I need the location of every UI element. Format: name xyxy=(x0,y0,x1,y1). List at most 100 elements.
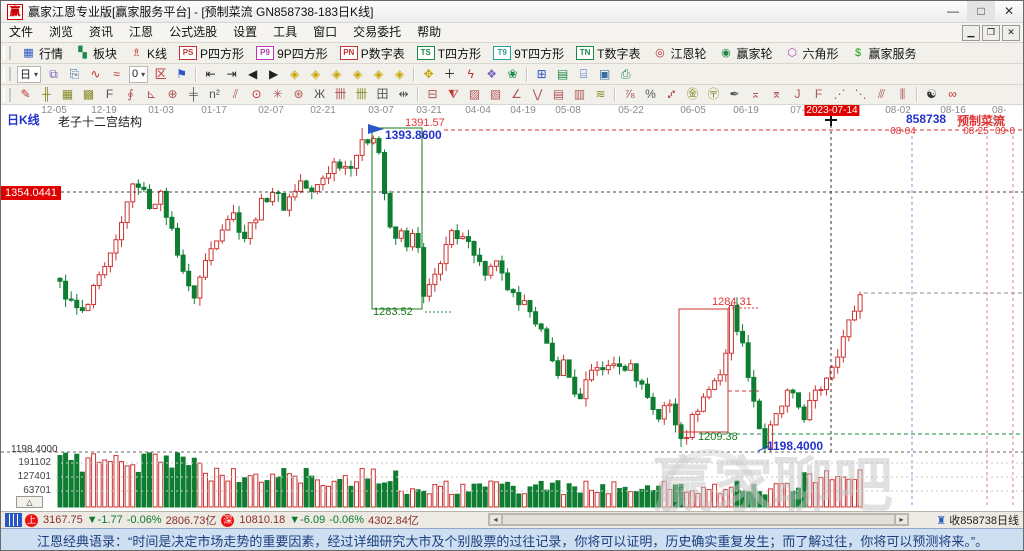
flag-icon[interactable]: ⚑ xyxy=(172,66,191,83)
infinity-icon[interactable]: ∞ xyxy=(943,86,962,103)
gann-angle-4-icon[interactable]: ◈ xyxy=(348,66,367,83)
time-grid-icon[interactable]: ▩ xyxy=(79,86,98,103)
minimize-button[interactable]: — xyxy=(939,1,967,21)
mdi-minimize-button[interactable]: ▁ xyxy=(962,25,980,41)
fork-icon[interactable]: Ж xyxy=(310,86,329,103)
zigzag-icon[interactable]: ϟ xyxy=(461,66,480,83)
adjust-dropdown[interactable]: 0▾ xyxy=(129,66,148,83)
menu-item-8[interactable]: 交易委托 xyxy=(345,23,409,42)
menu-item-9[interactable]: 帮助 xyxy=(409,23,449,42)
kline-chart[interactable]: 12-0512-1901-0301-1702-0702-2103-0703-21… xyxy=(1,105,1024,511)
matrix-icon[interactable]: 田 xyxy=(373,86,392,103)
f-line-icon[interactable]: F xyxy=(809,86,828,103)
winner-service-button[interactable]: $赢家服务 xyxy=(846,43,922,64)
shade-grid-icon[interactable]: ▨ xyxy=(465,86,484,103)
sz-index-value[interactable]: 10810.18 xyxy=(239,514,285,526)
fence-icon[interactable]: 卌 xyxy=(331,86,350,103)
gann-circle-icon[interactable]: ⊙ xyxy=(247,86,266,103)
percent-icon[interactable]: % xyxy=(641,86,660,103)
time-cycle-icon[interactable]: ⊕ xyxy=(163,86,182,103)
angle-line-icon[interactable]: ∠ xyxy=(507,86,526,103)
horizontal-scrollbar[interactable]: ◂ ▸ xyxy=(488,513,909,526)
p9-square-button[interactable]: P99P四方形 xyxy=(251,43,333,64)
gold-circle-icon[interactable]: ㊎ xyxy=(683,86,702,103)
prev-icon[interactable]: ◀ xyxy=(243,66,262,83)
calculator-icon[interactable]: ▤ xyxy=(553,66,572,83)
period-dropdown[interactable]: 日▾ xyxy=(17,66,41,83)
maximize-button[interactable]: □ xyxy=(967,1,995,21)
menu-item-5[interactable]: 设置 xyxy=(225,23,265,42)
gann-angle-5-icon[interactable]: ◈ xyxy=(369,66,388,83)
calendar-icon[interactable]: ⊞ xyxy=(532,66,551,83)
angle-ruler-icon[interactable]: ⊾ xyxy=(142,86,161,103)
pct78-icon[interactable]: ⅞ xyxy=(620,86,639,103)
fall-line-icon[interactable]: ⋱ xyxy=(851,86,870,103)
fan-lines-icon[interactable]: ⧨ xyxy=(444,86,463,103)
j-line-icon[interactable]: J xyxy=(788,86,807,103)
p-square-button[interactable]: PSP四方形 xyxy=(174,43,249,64)
time-ruler-icon[interactable]: ╪ xyxy=(184,86,203,103)
pen-icon[interactable]: ✎ xyxy=(16,86,35,103)
scrollbar-thumb[interactable] xyxy=(502,514,895,525)
face-icon[interactable]: ❀ xyxy=(503,66,522,83)
gann-wheel-button[interactable]: ◎江恩轮 xyxy=(647,43,711,64)
menu-item-6[interactable]: 工具 xyxy=(265,23,305,42)
monitor-icon[interactable]: ⌸ xyxy=(574,66,593,83)
close-button[interactable]: ✕ xyxy=(995,1,1023,21)
candlestick-canvas[interactable] xyxy=(1,105,1024,511)
first-page-icon[interactable]: ⇤ xyxy=(201,66,220,83)
mdi-restore-button[interactable]: ❐ xyxy=(982,25,1000,41)
winner-wheel-button[interactable]: ◉赢家轮 xyxy=(713,43,777,64)
vhatch-icon[interactable]: ▥ xyxy=(570,86,589,103)
arrows-icon[interactable]: ⇹ xyxy=(394,86,413,103)
f-tool-icon[interactable]: F xyxy=(100,86,119,103)
gann-angle-2-icon[interactable]: ◈ xyxy=(306,66,325,83)
clipboard-icon[interactable]: ⎘ xyxy=(65,66,84,83)
t9-square-button[interactable]: T99T四方形 xyxy=(488,43,569,64)
t-number-button[interactable]: TNT数字表 xyxy=(571,43,645,64)
toolbar-grip[interactable] xyxy=(3,46,11,60)
menu-item-3[interactable]: 江恩 xyxy=(121,23,161,42)
crosshair-icon[interactable]: ＋ xyxy=(440,66,459,83)
vee-line-icon[interactable]: ⋁ xyxy=(528,86,547,103)
hexagon-button[interactable]: ⬡六角形 xyxy=(780,43,844,64)
shade-grid2-icon[interactable]: ▧ xyxy=(486,86,505,103)
menu-item-2[interactable]: 资讯 xyxy=(81,23,121,42)
menu-item-1[interactable]: 浏览 xyxy=(41,23,81,42)
gann-line-icon[interactable]: ⫼ xyxy=(893,86,912,103)
spider-web-icon[interactable]: ⊛ xyxy=(289,86,308,103)
web-icon[interactable]: ❖ xyxy=(482,66,501,83)
mdi-close-button[interactable]: ✕ xyxy=(1002,25,1020,41)
bottom-line-icon[interactable]: ⌆ xyxy=(767,86,786,103)
waves-icon[interactable]: ≋ xyxy=(591,86,610,103)
p-number-button[interactable]: PNP数字表 xyxy=(335,43,410,64)
hand-tool-icon[interactable]: ✥ xyxy=(419,66,438,83)
toolbar-grip[interactable] xyxy=(3,88,11,102)
price-grid-icon[interactable]: ▦ xyxy=(58,86,77,103)
printer-icon[interactable]: ⎙ xyxy=(616,66,635,83)
quotes-button[interactable]: ▦行情 xyxy=(16,43,68,64)
scroll-left-arrow[interactable]: ◂ xyxy=(489,514,502,525)
gold-line-icon[interactable]: 〶 xyxy=(704,86,723,103)
menu-item-4[interactable]: 公式选股 xyxy=(161,23,225,42)
kline-button[interactable]: ♗K线 xyxy=(124,43,172,64)
fence2-icon[interactable]: 卌 xyxy=(352,86,371,103)
last-page-icon[interactable]: ⇥ xyxy=(222,66,241,83)
sh-index-value[interactable]: 3167.75 xyxy=(43,514,83,526)
next-icon[interactable]: ▶ xyxy=(264,66,283,83)
scroll-right-arrow[interactable]: ▸ xyxy=(895,514,908,525)
pattern-select-icon[interactable]: ⧉ xyxy=(44,66,63,83)
hline-icon[interactable]: ⊟ xyxy=(423,86,442,103)
spiral-icon[interactable]: ∮ xyxy=(121,86,140,103)
gann-angle-3-icon[interactable]: ◈ xyxy=(327,66,346,83)
volume-pane-toggle[interactable]: △ xyxy=(16,496,43,508)
pct-line-icon[interactable]: ⑇ xyxy=(662,86,681,103)
speed-line-icon[interactable]: ⫻ xyxy=(872,86,891,103)
trend-chart2-icon[interactable]: ≈ xyxy=(107,66,126,83)
gann-grid-icon[interactable]: ╫ xyxy=(37,86,56,103)
toolbar-grip[interactable] xyxy=(3,67,11,81)
save-icon[interactable]: ▣ xyxy=(595,66,614,83)
pen-plus-icon[interactable]: ✒ xyxy=(725,86,744,103)
menu-item-0[interactable]: 文件 xyxy=(1,23,41,42)
hatch-icon[interactable]: ▤ xyxy=(549,86,568,103)
